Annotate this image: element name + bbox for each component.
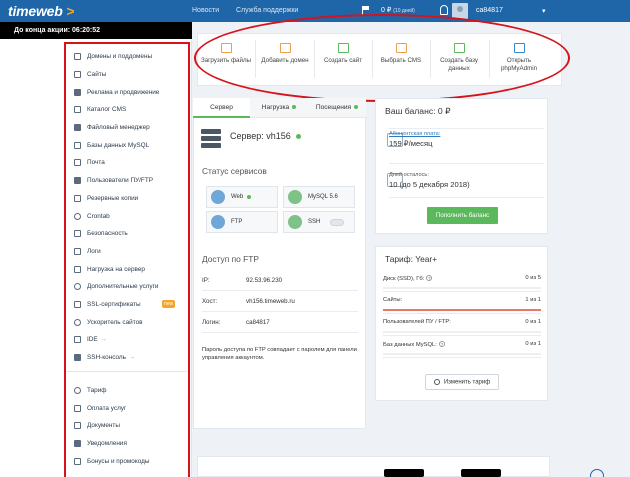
days-value: 10 (до 5 декабря 2018) [389, 180, 470, 189]
ftp-key: Логин: [202, 318, 221, 326]
username[interactable]: ca84817 [476, 7, 503, 14]
service-mysql: MySQL 5.6 [283, 186, 355, 208]
tariff-row-value: 0 из 1 [525, 319, 541, 325]
service-ssh: SSH [283, 211, 355, 233]
tab-load[interactable]: Нагрузка [250, 98, 308, 118]
header-balance-days: (10 дней) [393, 8, 415, 14]
status-dot-icon [292, 105, 297, 110]
logo-text: timeweb [8, 3, 63, 19]
status-dot-icon [354, 105, 359, 110]
tab-label: Посещения [315, 104, 352, 111]
service-web: Web [206, 186, 278, 208]
mysql-icon [288, 190, 302, 204]
status-dot-icon [247, 195, 252, 199]
quick-actions-highlight-annotation [194, 14, 570, 102]
divider [389, 197, 544, 198]
fee-value: 159 ₽/месяц [389, 139, 433, 148]
fee-block: Абонентская плата: 159 ₽/месяц [389, 130, 549, 148]
days-label: Дней осталось: [389, 172, 429, 178]
service-ftp: FTP [206, 211, 278, 233]
ftp-value: vh156.timeweb.ru [246, 297, 295, 305]
promo-timer: До конца акции: 06:20:52 [0, 22, 192, 39]
tab-label: Нагрузка [261, 104, 290, 111]
service-label: FTP [231, 219, 243, 225]
service-label: Web [231, 194, 244, 200]
tariff-title: Тариф: Year+ [385, 254, 438, 264]
tariff-row-label: Диск (SSD), Гб: [383, 276, 425, 282]
ftp-icon [211, 215, 225, 229]
services-title: Статус сервисов [202, 166, 267, 176]
promo-time: 06:20:52 [72, 27, 101, 34]
ftp-row: IP: 92.53.96.230 [202, 270, 358, 291]
divider [389, 163, 544, 164]
ftp-row: Хост: vh156.timeweb.ru [202, 291, 358, 312]
ftp-key: Хост: [202, 297, 218, 305]
bell-icon[interactable] [440, 5, 448, 15]
tariff-row-users: Пользователей ПУ / FTP: 0 из 1 [383, 314, 541, 336]
ftp-value: 92.53.96.230 [246, 276, 283, 284]
ftp-row: Логин: ca84817 [202, 312, 358, 333]
tab-server[interactable]: Сервер [193, 98, 250, 118]
help-icon[interactable]: ? [438, 341, 445, 347]
usage-bar [383, 287, 541, 289]
ftp-title: Доступ по FTP [202, 254, 259, 264]
help-chat-icon[interactable] [590, 469, 604, 477]
help-icon[interactable]: ? [426, 275, 433, 281]
ftp-note: Пароль доступа по FTP совпадает с пароле… [202, 347, 357, 361]
chevron-down-icon[interactable]: ▾ [542, 7, 546, 15]
tariff-row-label: Баз данных MySQL: [383, 342, 437, 348]
ftp-key: IP: [202, 276, 210, 284]
tab-label: Сервер [210, 104, 233, 111]
tariff-row-disk: Диск (SSD), Гб:? 0 из 5 [383, 270, 541, 292]
server-status-dot-icon [296, 134, 301, 139]
days-block: Дней осталось: 10 (до 5 декабря 2018) [389, 171, 549, 189]
server-name: Сервер: vh156 [230, 131, 291, 141]
sidebar-highlight-annotation [64, 42, 190, 477]
timeweb-logo[interactable]: timeweb > [8, 3, 75, 19]
app-store-badge[interactable] [384, 469, 424, 477]
usage-bar [383, 309, 541, 311]
header-balance[interactable]: 0 ₽ (10 дней) [381, 6, 415, 14]
balance-title: Ваш баланс: 0 ₽ [385, 106, 451, 116]
tariff-row-label: Сайты: [383, 297, 403, 303]
tariff-row-mysql: Баз данных MySQL:? 0 из 1 [383, 336, 541, 358]
settings-icon [433, 379, 440, 385]
tariff-row-value: 0 из 5 [525, 275, 541, 281]
tariff-row-label: Пользователей ПУ / FTP: [383, 319, 451, 325]
tariff-row-sites: Сайты: 1 из 1 [383, 292, 541, 314]
logo-mark: > [66, 3, 75, 19]
service-label: MySQL 5.6 [308, 194, 338, 200]
tariff-row-value: 0 из 1 [525, 341, 541, 347]
top-up-button[interactable]: Пополнить баланс [427, 207, 498, 224]
server-icon [201, 129, 221, 149]
nav-support-link[interactable]: Служба поддержки [236, 7, 298, 14]
change-tariff-button[interactable]: Изменить тариф [425, 374, 499, 390]
fee-link[interactable]: Абонентская плата: [389, 131, 440, 137]
ssh-icon [288, 215, 302, 229]
tab-visits[interactable]: Посещения [308, 98, 366, 118]
ssh-toggle[interactable] [330, 218, 345, 226]
tariff-row-value: 1 из 1 [525, 297, 541, 303]
service-label: SSH [308, 219, 321, 225]
usage-bar [383, 353, 541, 355]
header-balance-value: 0 ₽ [381, 7, 392, 14]
google-play-badge[interactable] [461, 469, 501, 477]
promo-label: До конца акции: [14, 27, 71, 34]
change-tariff-label: Изменить тариф [443, 379, 491, 386]
usage-bar [383, 331, 541, 333]
nav-news-link[interactable]: Новости [192, 7, 219, 14]
ftp-value: ca84817 [246, 318, 270, 326]
web-icon [211, 190, 225, 204]
